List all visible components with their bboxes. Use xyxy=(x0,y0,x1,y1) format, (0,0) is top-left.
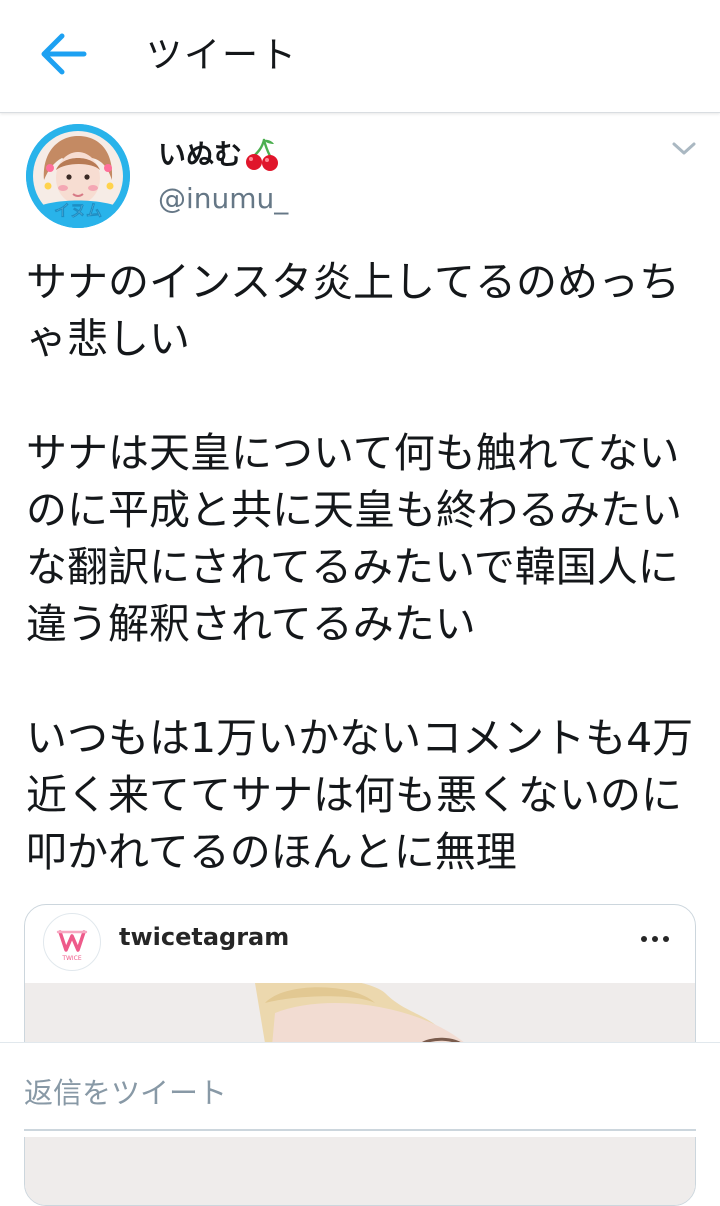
cherry-icon xyxy=(244,138,280,172)
page-title: ツイート xyxy=(146,35,299,76)
instagram-account-name[interactable]: twicetagram xyxy=(119,919,289,955)
author-display-name[interactable]: いぬむ xyxy=(158,136,280,174)
author-avatar[interactable]: イヌム xyxy=(26,124,130,228)
chevron-down-icon xyxy=(671,141,697,161)
tweet-text: サナのインスタ炎上してるのめっちゃ悲しい サナは天皇について何も触れてないのに平… xyxy=(26,258,694,876)
avatar-overlay-text: イヌム xyxy=(54,201,102,220)
author-handle[interactable]: @inumu_ xyxy=(158,180,288,218)
display-name-text: いぬむ xyxy=(158,138,243,171)
instagram-account-avatar[interactable]: TWICE xyxy=(43,913,101,971)
reply-input[interactable] xyxy=(24,1063,696,1131)
reply-bar xyxy=(0,1042,720,1137)
logo-text: TWICE xyxy=(61,955,82,962)
more-horizontal-icon xyxy=(640,928,670,947)
tweet-options-button[interactable] xyxy=(664,136,704,166)
back-arrow-icon xyxy=(40,32,88,80)
top-app-bar: ツイート xyxy=(0,0,720,113)
back-button[interactable] xyxy=(28,24,100,88)
instagram-more-button[interactable] xyxy=(633,919,677,955)
